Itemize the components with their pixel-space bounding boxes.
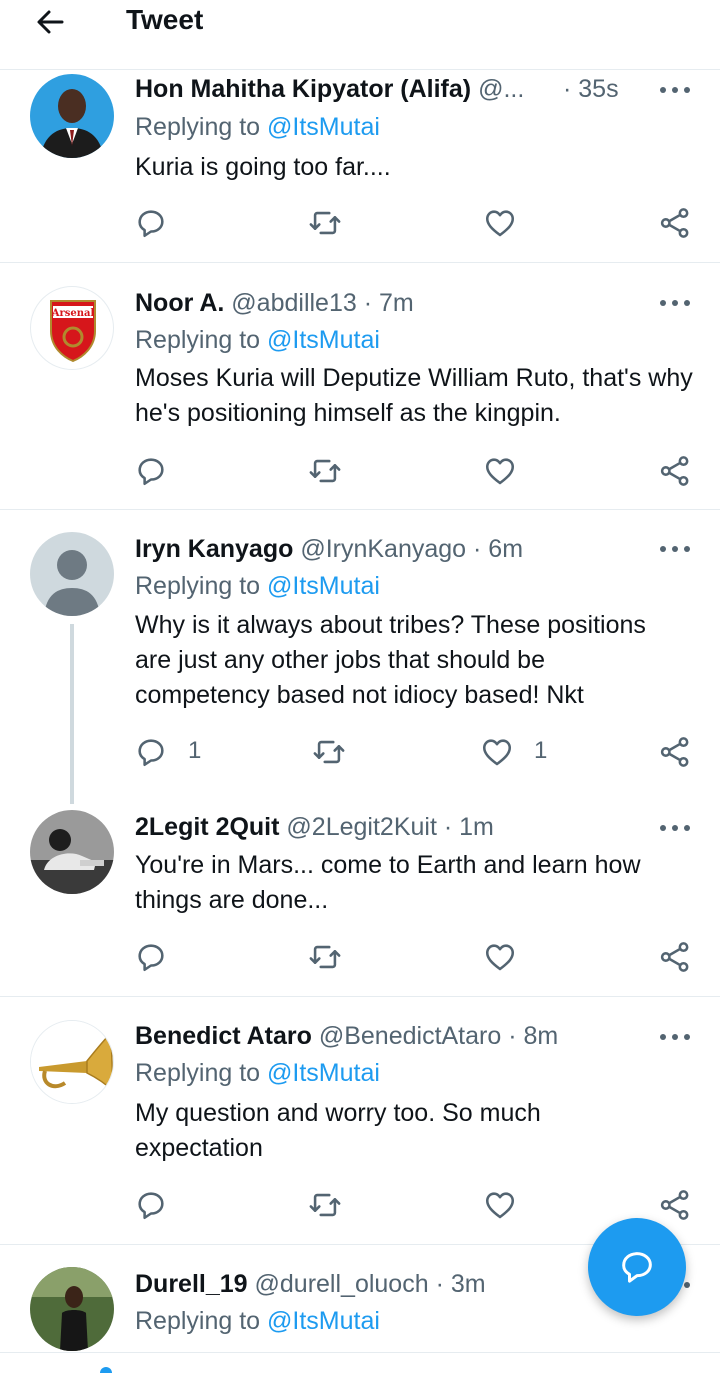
tweet-header: Noor A. @abdille13 · 7m — [135, 289, 624, 318]
tweet-time: · 35s — [563, 75, 619, 103]
user-handle[interactable]: @... — [478, 75, 524, 103]
tweet-actions — [0, 454, 720, 488]
user-handle[interactable]: @durell_oluoch — [255, 1270, 429, 1298]
tweet-text: You're in Mars... come to Earth and lear… — [135, 851, 641, 914]
display-name[interactable]: Benedict Ataro — [135, 1022, 312, 1050]
user-handle[interactable]: @IrynKanyago — [300, 535, 466, 563]
tweet-actions — [0, 940, 720, 974]
back-arrow-icon[interactable] — [32, 6, 72, 38]
more-dots-icon[interactable] — [658, 821, 692, 835]
tweet-header: Iryn Kanyago @IrynKanyago · 6m — [135, 535, 624, 564]
avatar[interactable] — [30, 74, 114, 158]
tweet-header: Durell_19 @durell_oluoch · 3m — [135, 1270, 624, 1299]
more-dots-icon[interactable] — [658, 542, 692, 556]
tweet-time: · 1m — [443, 813, 494, 841]
retweet-icon[interactable] — [308, 940, 342, 974]
tweet-actions — [0, 1188, 720, 1222]
nav-indicator — [100, 1367, 112, 1373]
display-name[interactable]: 2Legit 2Quit — [135, 813, 279, 841]
share-icon[interactable] — [658, 206, 692, 240]
page-title: Tweet — [126, 4, 204, 35]
mention-link[interactable]: @ItsMutai — [267, 326, 380, 354]
tweet-time: · 6m — [473, 535, 524, 563]
tweet-header: 2Legit 2Quit @2Legit2Kuit · 1m — [135, 813, 624, 842]
avatar[interactable] — [30, 1020, 114, 1104]
tweet-actions — [0, 206, 720, 240]
avatar[interactable] — [30, 810, 114, 894]
reply-icon[interactable] — [134, 454, 168, 488]
display-name[interactable]: Noor A. — [135, 289, 224, 317]
more-dots-icon[interactable] — [658, 296, 692, 310]
tweet-text: Kuria is going too far.... — [135, 153, 391, 181]
avatar[interactable]: Arsenal — [30, 286, 114, 370]
replying-to: Replying to @ItsMutai — [135, 1059, 380, 1087]
mention-link[interactable]: @ItsMutai — [267, 1307, 380, 1335]
retweet-icon[interactable] — [308, 454, 342, 488]
reply-icon[interactable] — [134, 735, 168, 769]
avatar-text: Arsenal — [51, 308, 95, 319]
heart-icon[interactable] — [483, 454, 517, 488]
more-dots-icon[interactable] — [658, 83, 692, 97]
replying-to: Replying to @ItsMutai — [135, 113, 380, 141]
tweet-time: · 8m — [508, 1022, 559, 1050]
share-icon[interactable] — [658, 735, 692, 769]
heart-icon[interactable] — [483, 940, 517, 974]
heart-icon[interactable] — [480, 735, 514, 769]
replying-to: Replying to @ItsMutai — [135, 1307, 380, 1335]
user-handle[interactable]: @abdille13 — [231, 289, 356, 317]
tweet-item[interactable]: 2Legit 2Quit @2Legit2Kuit · 1m You're in… — [0, 802, 720, 997]
display-name[interactable]: Hon Mahitha Kipyator (Alifa) — [135, 75, 471, 103]
tweet-time: · 7m — [363, 289, 414, 317]
mention-link[interactable]: @ItsMutai — [267, 572, 380, 600]
replying-to: Replying to @ItsMutai — [135, 572, 380, 600]
retweet-icon[interactable] — [308, 1188, 342, 1222]
reply-icon[interactable] — [134, 1188, 168, 1222]
share-icon[interactable] — [658, 454, 692, 488]
share-icon[interactable] — [658, 940, 692, 974]
tweet-text: Why is it always about tribes? These pos… — [135, 611, 646, 709]
retweet-icon[interactable] — [312, 735, 346, 769]
replying-to: Replying to @ItsMutai — [135, 326, 380, 354]
tweet-header: Benedict Ataro @BenedictAtaro · 8m — [135, 1022, 624, 1051]
reply-icon[interactable] — [134, 206, 168, 240]
tweet-time: · 3m — [435, 1270, 486, 1298]
reply-icon[interactable] — [134, 940, 168, 974]
retweet-icon[interactable] — [308, 206, 342, 240]
tweet-item[interactable]: Arsenal Noor A. @abdille13 · 7m Replying… — [0, 263, 720, 510]
thread-connector — [70, 624, 74, 804]
avatar[interactable] — [30, 532, 114, 616]
more-dots-icon[interactable] — [658, 1030, 692, 1044]
heart-icon[interactable] — [483, 1188, 517, 1222]
mention-link[interactable]: @ItsMutai — [267, 113, 380, 141]
top-bar: Tweet — [0, 0, 720, 70]
tweet-item[interactable]: Iryn Kanyago @IrynKanyago · 6m Replying … — [0, 510, 720, 804]
user-handle[interactable]: @BenedictAtaro — [319, 1022, 501, 1050]
avatar[interactable] — [30, 1267, 114, 1351]
tweet-actions: 1 1 — [0, 735, 720, 769]
mention-link[interactable]: @ItsMutai — [267, 1059, 380, 1087]
tweet-header: Hon Mahitha Kipyator (Alifa) @... — [135, 75, 530, 104]
tweet-item[interactable]: Hon Mahitha Kipyator (Alifa) @... · 35s … — [0, 70, 720, 263]
display-name[interactable]: Iryn Kanyago — [135, 535, 293, 563]
user-handle[interactable]: @2Legit2Kuit — [286, 813, 436, 841]
compose-reply-button[interactable] — [588, 1218, 686, 1316]
tweet-text: My question and worry too. So much expec… — [135, 1099, 541, 1162]
like-count: 1 — [534, 737, 548, 764]
heart-icon[interactable] — [483, 206, 517, 240]
reply-count: 1 — [188, 737, 202, 764]
display-name[interactable]: Durell_19 — [135, 1270, 248, 1298]
tweet-text: Moses Kuria will Deputize William Ruto, … — [135, 364, 693, 427]
share-icon[interactable] — [658, 1188, 692, 1222]
tweet-item[interactable]: Benedict Ataro @BenedictAtaro · 8m Reply… — [0, 997, 720, 1245]
bottom-nav — [0, 1352, 720, 1373]
compose-reply-icon — [622, 1252, 652, 1283]
